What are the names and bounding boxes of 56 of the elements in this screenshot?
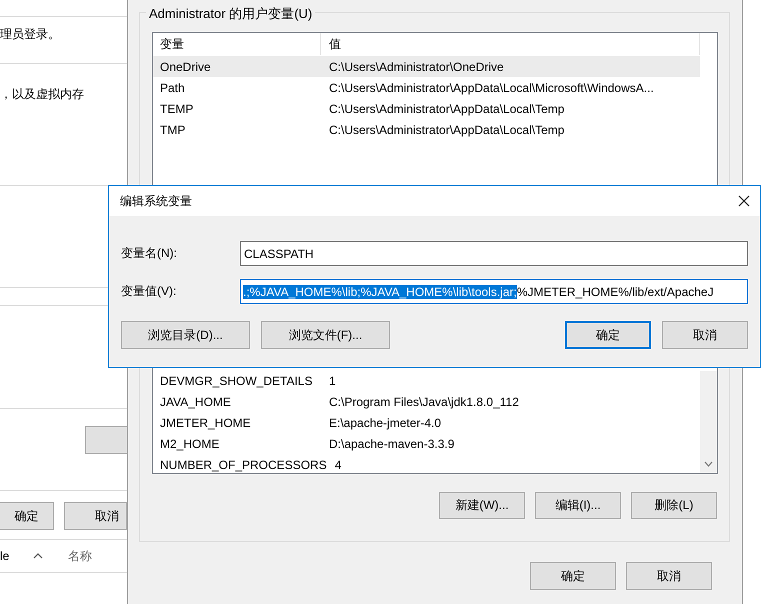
dialog-button[interactable]: 确定 <box>530 562 616 590</box>
variable-value: D:\apache-maven-3.3.9 <box>328 436 454 450</box>
variable-name: TMP <box>159 122 186 136</box>
variable-name: M2_HOME <box>159 436 220 450</box>
variable-value: C:\Users\Administrator\AppData\Local\Microsoft\WindowsA... <box>328 80 654 94</box>
variable-row[interactable]: NUMBER_OF_PROCESSORS 4 <box>153 454 700 473</box>
field-label: 变量名(N): <box>121 245 178 262</box>
variable-name: OneDrive <box>159 60 212 74</box>
group-title: Administrator 的用户变量(U) <box>146 5 316 23</box>
browse-button[interactable]: 浏览目录(D)... <box>121 321 250 349</box>
close-icon[interactable] <box>738 195 750 207</box>
variable-row[interactable]: DEVMGR_SHOW_DETAILS 1 <box>153 370 700 391</box>
variable-value: 4 <box>334 458 342 472</box>
variable-value-field[interactable]: .;%JAVA_HOME%\lib;%JAVA_HOME%\lib\tools.jar;%JMETER_HOME%/lib/ext/ApacheJ <box>240 279 748 304</box>
list-action-button[interactable]: 删除(L) <box>631 492 717 519</box>
column-header[interactable]: le <box>0 549 33 563</box>
variable-value: E:\apache-jmeter-4.0 <box>328 416 442 430</box>
variable-name: TEMP <box>159 102 194 116</box>
variable-name: JAVA_HOME <box>159 394 232 408</box>
variable-value: C:\Users\Administrator\AppData\Local\Temp <box>328 122 564 136</box>
column-header[interactable]: 变量 <box>153 33 321 55</box>
variable-row[interactable]: TEMP C:\Users\Administrator\AppData\Local\Temp <box>153 98 700 119</box>
scrollbar[interactable] <box>700 371 717 473</box>
variable-name-field[interactable]: CLASSPATH <box>240 241 748 266</box>
field-label: 变量值(V): <box>121 283 178 300</box>
variable-name: DEVMGR_SHOW_DETAILS <box>159 374 314 388</box>
variable-value: 1 <box>328 374 336 388</box>
description-text: 理员登录。 <box>0 27 60 41</box>
variable-value: C:\Program Files\Java\jdk1.8.0_112 <box>328 394 519 408</box>
column-header[interactable]: 值 <box>321 33 700 55</box>
field-text: %JMETER_HOME%/lib/ext/ApacheJ <box>516 284 714 298</box>
dialog-button[interactable]: 取消 <box>64 502 127 530</box>
column-header[interactable]: 名称 <box>68 548 92 564</box>
variable-row[interactable]: JMETER_HOME E:\apache-jmeter-4.0 <box>153 412 700 433</box>
variable-value: C:\Users\Administrator\OneDrive <box>328 60 504 74</box>
variable-row[interactable]: OneDrive C:\Users\Administrator\OneDrive <box>153 56 700 77</box>
dialog-button[interactable]: 取消 <box>662 321 748 349</box>
description-text: ，以及虚拟内存 <box>0 87 84 101</box>
variable-row[interactable]: JAVA_HOME C:\Program Files\Java\jdk1.8.0_112 <box>153 391 700 412</box>
selected-text: .;%JAVA_HOME%\lib;%JAVA_HOME%\lib\tools.jar; <box>243 284 517 298</box>
scroll-down-icon[interactable] <box>704 461 713 467</box>
browse-button[interactable]: 浏览文件(F)... <box>261 321 390 349</box>
variable-name: Path <box>159 80 186 94</box>
list-action-button[interactable]: 编辑(I)... <box>535 492 621 519</box>
list-action-button[interactable]: 新建(W)... <box>439 492 525 519</box>
dialog-button[interactable]: 确定 <box>0 502 54 530</box>
variable-row[interactable]: Path C:\Users\Administrator\AppData\Local\Microsoft\WindowsA... <box>153 77 700 98</box>
dialog-title: 编辑系统变量 <box>120 192 193 210</box>
variable-value: C:\Users\Administrator\AppData\Local\Temp <box>328 102 564 116</box>
dialog-button[interactable]: 取消 <box>626 562 712 590</box>
sort-caret-icon <box>33 553 43 559</box>
variable-name: NUMBER_OF_PROCESSORS <box>159 458 327 472</box>
variable-name: JMETER_HOME <box>159 416 252 430</box>
variable-row[interactable]: M2_HOME D:\apache-maven-3.3.9 <box>153 433 700 454</box>
variable-row[interactable]: TMP C:\Users\Administrator\AppData\Local\Temp <box>153 119 700 140</box>
dialog-button[interactable]: 确定 <box>565 321 651 349</box>
